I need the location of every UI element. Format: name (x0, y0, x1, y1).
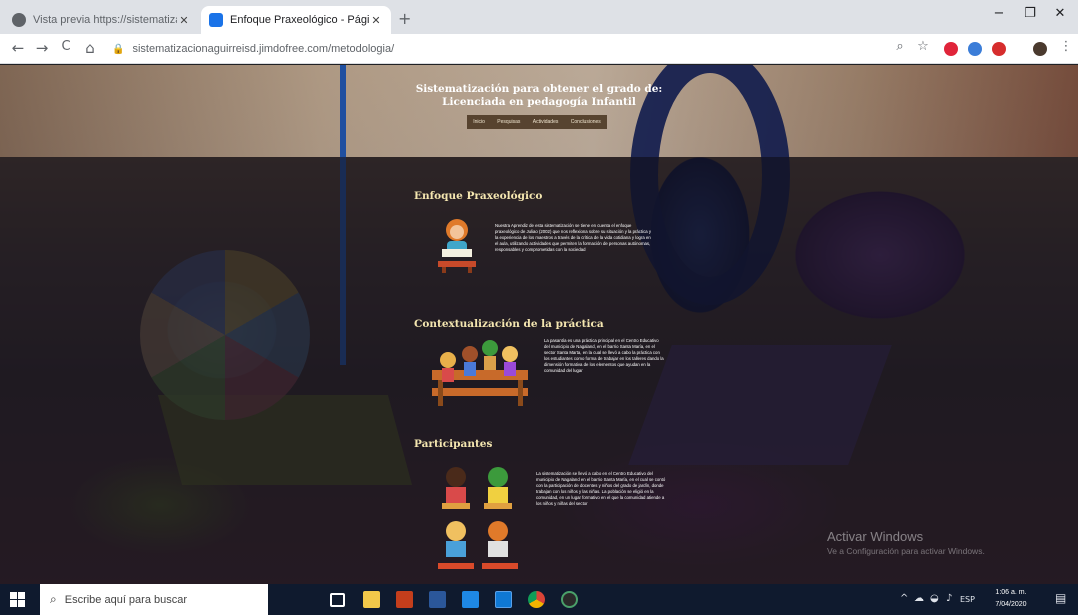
clock-time: 1:06 a. m. (995, 589, 1027, 596)
globe-icon (12, 13, 26, 27)
powerpoint-icon[interactable] (396, 591, 413, 608)
store-icon[interactable] (462, 591, 479, 608)
activate-windows-subtitle: Ve a Configuración para activar Windows. (827, 546, 985, 556)
site-favicon-icon (209, 13, 223, 27)
windows-start-icon[interactable] (10, 592, 25, 607)
site-title-line2: Licenciada en pedagogía Infantil (442, 96, 636, 108)
lock-icon: 🔒 (112, 43, 125, 55)
section-text-contextualizacion: La pasantía es una práctica principal en… (544, 338, 664, 373)
new-tab-button[interactable]: + (398, 9, 411, 28)
close-icon[interactable]: ✕ (369, 14, 383, 27)
tab-title: Vista previa https://sistematizac (33, 14, 177, 26)
input-language[interactable]: ESP (960, 595, 975, 604)
reload-button[interactable]: C (56, 39, 76, 54)
minimize-button[interactable]: − (988, 6, 1010, 21)
background-shade (0, 157, 1078, 584)
opera-extension-icon[interactable] (944, 42, 958, 56)
page-viewport: Sistematización para obtener el grado de… (0, 65, 1078, 584)
section-title-enfoque: Enfoque Praxeológico (414, 190, 543, 202)
search-icon[interactable]: ⌕ (892, 39, 908, 54)
browser-tab-strip: Vista previa https://sistematizac ✕ Enfo… (0, 0, 1078, 34)
clock-date: 7/04/2020 (995, 601, 1027, 608)
browser-tab-enfoque[interactable]: Enfoque Praxeológico - Página w ✕ (201, 6, 391, 34)
chrome-icon[interactable] (528, 591, 545, 608)
app-icon[interactable] (561, 591, 578, 608)
site-title-line1: Sistematización para obtener el grado de… (415, 83, 663, 95)
search-placeholder: Escribe aquí para buscar (64, 593, 188, 606)
children-group-illustration (438, 467, 518, 569)
nav-item-inicio[interactable]: Inicio (473, 119, 485, 125)
close-icon[interactable]: ✕ (177, 14, 191, 27)
avatar[interactable] (1033, 42, 1047, 56)
children-bench-illustration (432, 340, 528, 406)
star-icon[interactable]: ☆ (915, 39, 931, 54)
activate-windows-title: Activar Windows (827, 529, 924, 544)
volume-icon[interactable]: ♪ (946, 593, 952, 604)
red-extension-icon[interactable] (992, 42, 1006, 56)
windows-taskbar: ⌕ Escribe aquí para buscar ^ ☁ ◒ ♪ ESP 1… (0, 584, 1078, 615)
section-text-enfoque: Nuestra Aprendiz de esta sistematización… (495, 223, 651, 252)
search-icon: ⌕ (50, 592, 57, 606)
home-button[interactable]: ⌂ (80, 39, 100, 57)
site-navigation: Inicio Pesquisas Actividades Conclusione… (467, 115, 607, 129)
menu-icon[interactable]: ⋮ (1058, 39, 1074, 54)
onedrive-icon[interactable]: ☁ (914, 593, 924, 604)
browser-toolbar: ← → C ⌂ 🔒 sistematizacionaguirreisd.jimd… (0, 34, 1078, 64)
nav-item-conclusiones[interactable]: Conclusiones (571, 119, 601, 125)
close-window-button[interactable]: ✕ (1049, 6, 1071, 21)
tray-expand-icon[interactable]: ^ (900, 593, 908, 604)
outlook-icon[interactable] (495, 591, 512, 608)
notifications-icon[interactable]: ▤ (1055, 591, 1066, 605)
nav-item-pesquisas[interactable]: Pesquisas (497, 119, 520, 125)
child-reading-illustration (438, 219, 476, 273)
tab-title: Enfoque Praxeológico - Página w (230, 14, 369, 26)
back-button[interactable]: ← (8, 39, 28, 57)
forward-button[interactable]: → (32, 39, 52, 57)
section-title-participantes: Participantes (414, 438, 493, 450)
nav-item-actividades[interactable]: Actividades (533, 119, 559, 125)
file-explorer-icon[interactable] (363, 591, 380, 608)
task-view-icon[interactable] (330, 593, 345, 607)
section-title-contextualizacion: Contextualización de la práctica (414, 318, 604, 330)
section-text-participantes: La sistematización se llevó a cabo en el… (536, 471, 666, 506)
taskbar-clock[interactable]: 1:06 a. m. 7/04/2020 (985, 587, 1037, 611)
maximize-button[interactable]: ❐ (1019, 6, 1041, 21)
blue-extension-icon[interactable] (968, 42, 982, 56)
taskbar-search-input[interactable]: ⌕ Escribe aquí para buscar (40, 584, 268, 615)
word-icon[interactable] (429, 591, 446, 608)
background-scene (0, 65, 1078, 157)
browser-tab-preview[interactable]: Vista previa https://sistematizac ✕ (4, 6, 199, 34)
address-url: sistematizacionaguirreisd.jimdofree.com/… (132, 43, 395, 55)
address-bar[interactable]: 🔒 sistematizacionaguirreisd.jimdofree.co… (112, 38, 882, 60)
network-icon[interactable]: ◒ (930, 593, 939, 604)
